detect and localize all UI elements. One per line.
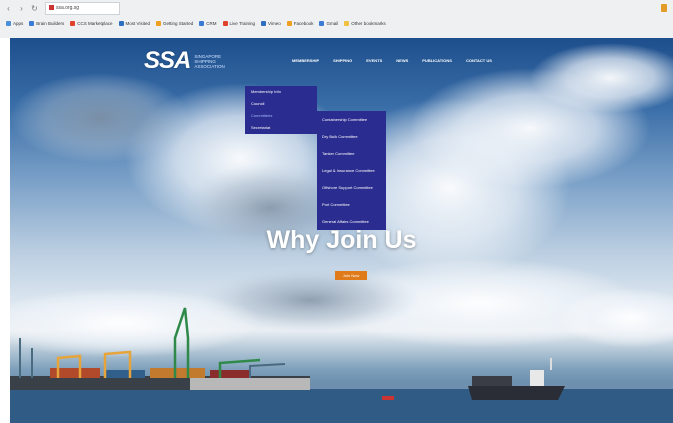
bookmark-label: Apps	[13, 20, 24, 26]
bookmark-icon	[222, 20, 228, 26]
nav-item[interactable]: EVENTS	[366, 58, 382, 63]
hero-title: Why Join Us	[266, 226, 417, 254]
dropdown-menu-submenu: Containership Committee Dry Bulk Committe…	[317, 111, 386, 230]
address-bar-row: ‹ › ↻ ssa.org.sg	[0, 0, 673, 17]
site-logo[interactable]: SSA SINGAPORE SHIPPING ASSOCIATION	[144, 47, 225, 74]
logo-line: SINGAPORE	[194, 53, 222, 59]
hero-section: SSA SINGAPORE SHIPPING ASSOCIATION MEMBE…	[10, 38, 673, 423]
bookmark-icon	[344, 20, 350, 26]
bookmark-icon	[118, 20, 124, 26]
nav-item[interactable]: SHIPPING	[333, 58, 352, 63]
menu-item[interactable]: Committees	[245, 110, 317, 122]
reload-icon[interactable]: ↻	[30, 4, 39, 13]
nav-item[interactable]: CONTACT US	[466, 58, 492, 63]
join-now-button[interactable]: Join Now	[335, 271, 367, 280]
bookmark-item[interactable]: Other bookmarks	[344, 20, 386, 26]
bookmark-label: CCS Marketplace	[77, 20, 113, 26]
submenu-item[interactable]: Offshore Support Committee	[317, 179, 386, 196]
browser-chrome: ‹ › ↻ ssa.org.sg Apps Brain Builders CCS M…	[0, 0, 673, 38]
bookmark-label: Other bookmarks	[351, 20, 386, 26]
bookmarks-bar: Apps Brain Builders CCS Marketplace Most Vi…	[0, 17, 673, 29]
bookmark-item[interactable]: CRM	[199, 20, 217, 26]
bookmark-item[interactable]: Gmail	[319, 20, 339, 26]
main-navigation: MEMBERSHIP SHIPPING EVENTS NEWS PUBLICATIONS…	[292, 58, 506, 63]
bookmark-label: Gmail	[326, 20, 339, 26]
submenu-item[interactable]: Containership Committee	[317, 111, 386, 128]
menu-item[interactable]: Membership Info	[245, 86, 317, 98]
bookmark-label: Most Visited	[125, 20, 150, 26]
bookmark-item[interactable]: Apps	[6, 20, 24, 26]
menu-item[interactable]: Council	[245, 98, 317, 110]
bookmark-item[interactable]: Brain Builders	[29, 20, 65, 26]
logo-line: ASSOCIATION	[194, 63, 225, 69]
bookmark-icon	[6, 20, 11, 26]
nav-item[interactable]: NEWS	[396, 58, 408, 63]
bookmark-item[interactable]: Facebook	[286, 20, 314, 26]
extension-icon[interactable]	[661, 4, 667, 12]
bookmark-label: Facebook	[293, 20, 314, 26]
dropdown-menu-primary: Membership Info Council Committees Secretar…	[245, 86, 317, 134]
bookmark-icon	[261, 20, 267, 26]
logo-text: SINGAPORE SHIPPING ASSOCIATION	[194, 54, 224, 69]
url-text: ssa.org.sg	[56, 5, 80, 11]
bookmark-icon	[155, 20, 161, 26]
bookmark-label: CRM	[206, 20, 217, 26]
bookmark-icon	[319, 20, 325, 26]
forward-icon[interactable]: ›	[17, 4, 26, 13]
bookmark-item[interactable]: Most Visited	[118, 20, 150, 26]
logo-mark: SSA	[144, 47, 191, 74]
bookmark-label: Getting Started	[162, 20, 194, 26]
bookmark-icon	[70, 20, 76, 26]
bookmark-item[interactable]: CCS Marketplace	[70, 20, 113, 26]
bookmark-label: Vimeo	[268, 20, 281, 26]
bookmark-label: Brain Builders	[36, 20, 65, 26]
bookmark-icon	[199, 20, 205, 26]
submenu-item[interactable]: Port Committee	[317, 196, 386, 213]
url-input[interactable]: ssa.org.sg	[45, 2, 120, 15]
bookmark-icon	[286, 20, 292, 26]
bookmark-label: Live Training	[229, 20, 256, 26]
menu-item[interactable]: Secretariat	[245, 122, 317, 134]
nav-item[interactable]: PUBLICATIONS	[422, 58, 452, 63]
submenu-item[interactable]: Legal & Insurance Committee	[317, 162, 386, 179]
submenu-item[interactable]: Tanker Committee	[317, 145, 386, 162]
bookmark-item[interactable]: Vimeo	[261, 20, 281, 26]
bookmark-icon	[29, 20, 35, 26]
bookmark-item[interactable]: Live Training	[222, 20, 256, 26]
submenu-item[interactable]: Dry Bulk Committee	[317, 128, 386, 145]
nav-item[interactable]: MEMBERSHIP	[292, 58, 319, 63]
bookmark-item[interactable]: Getting Started	[155, 20, 194, 26]
favicon-icon	[49, 5, 54, 11]
back-icon[interactable]: ‹	[4, 4, 13, 13]
